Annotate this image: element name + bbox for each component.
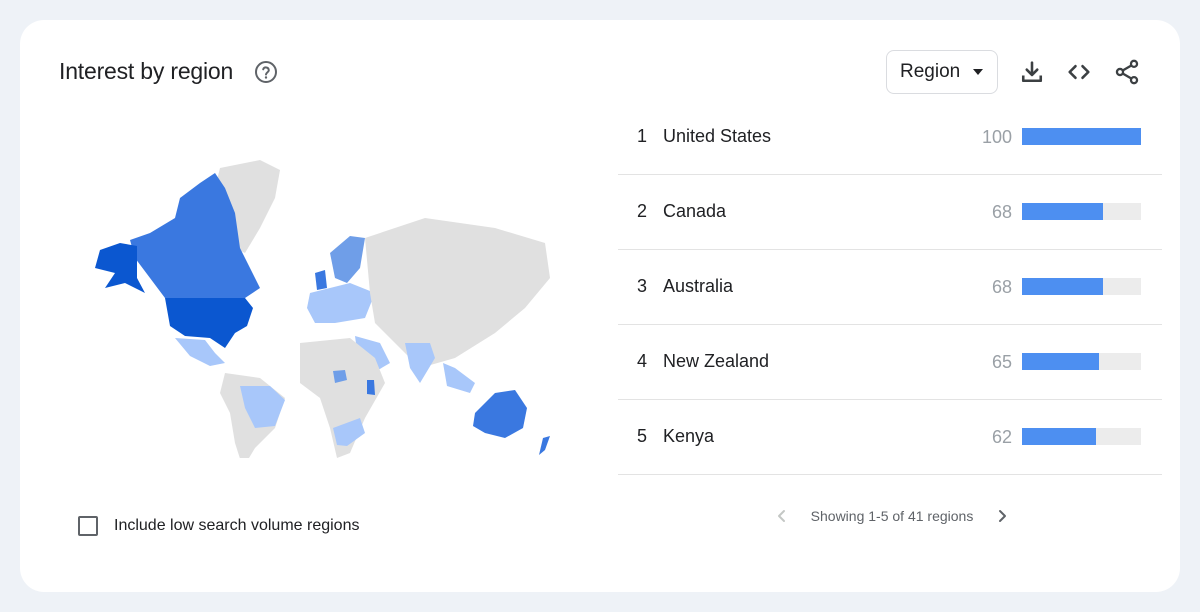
map-region-scandinavia[interactable] <box>330 236 365 283</box>
embed-code-icon[interactable] <box>1065 58 1093 86</box>
region-bar-fill <box>1022 128 1141 145</box>
region-value: 100 <box>981 127 1012 147</box>
map-region-southeast-asia[interactable] <box>443 363 475 393</box>
region-select[interactable]: Region <box>886 50 998 94</box>
region-rank: 1 <box>637 126 648 146</box>
low-volume-option[interactable]: Include low search volume regions <box>78 516 359 536</box>
previous-page-icon[interactable] <box>774 508 790 524</box>
interest-by-region-card: Interest by region Region Include low se… <box>20 20 1180 592</box>
region-bar-track <box>1022 278 1141 295</box>
region-bar-fill <box>1022 203 1103 220</box>
region-value: 65 <box>991 352 1012 372</box>
region-rank: 2 <box>637 201 648 221</box>
region-bar-track <box>1022 128 1141 145</box>
region-name[interactable]: New Zealand <box>663 351 769 372</box>
region-list: 1 United States 100 2 Canada 68 3 Australia 68 4 N… <box>618 100 1162 475</box>
region-bar-fill <box>1022 428 1096 445</box>
world-map[interactable] <box>75 158 555 458</box>
region-row[interactable]: 3 Australia 68 <box>618 250 1162 325</box>
region-select-value: Region <box>900 61 961 82</box>
region-rank: 5 <box>637 426 648 446</box>
download-icon[interactable] <box>1018 58 1046 86</box>
region-rank: 3 <box>637 276 648 296</box>
map-region-india[interactable] <box>405 343 435 383</box>
region-row[interactable]: 4 New Zealand 65 <box>618 325 1162 400</box>
pagination-text: Showing 1-5 of 41 regions <box>810 508 974 524</box>
region-value: 62 <box>991 427 1012 447</box>
next-page-icon[interactable] <box>994 508 1010 524</box>
region-bar-track <box>1022 353 1141 370</box>
region-value: 68 <box>991 202 1012 222</box>
region-name[interactable]: Kenya <box>663 426 714 447</box>
low-volume-label: Include low search volume regions <box>114 517 360 534</box>
region-row[interactable]: 5 Kenya 62 <box>618 400 1162 475</box>
pagination: Showing 1-5 of 41 regions <box>774 504 1010 528</box>
region-bar-fill <box>1022 353 1100 370</box>
region-row[interactable]: 2 Canada 68 <box>618 175 1162 250</box>
dropdown-caret-icon <box>973 69 983 75</box>
map-region-australia[interactable] <box>473 390 527 438</box>
region-rank: 4 <box>637 351 648 371</box>
region-name[interactable]: United States <box>663 126 771 147</box>
region-value: 68 <box>991 277 1012 297</box>
map-region-new-zealand[interactable] <box>539 436 550 455</box>
region-name[interactable]: Canada <box>663 201 726 222</box>
region-bar-track <box>1022 203 1141 220</box>
map-region-united-kingdom[interactable] <box>315 270 327 290</box>
map-region-kenya[interactable] <box>367 380 375 395</box>
low-volume-checkbox[interactable] <box>78 516 98 536</box>
share-icon[interactable] <box>1113 58 1141 86</box>
map-region-russia-asia[interactable] <box>365 218 550 368</box>
help-circle-icon[interactable] <box>254 60 278 84</box>
card-title: Interest by region <box>59 58 234 84</box>
region-name[interactable]: Australia <box>663 276 733 297</box>
region-bar-fill <box>1022 278 1103 295</box>
region-row[interactable]: 1 United States 100 <box>618 100 1162 175</box>
region-bar-track <box>1022 428 1141 445</box>
